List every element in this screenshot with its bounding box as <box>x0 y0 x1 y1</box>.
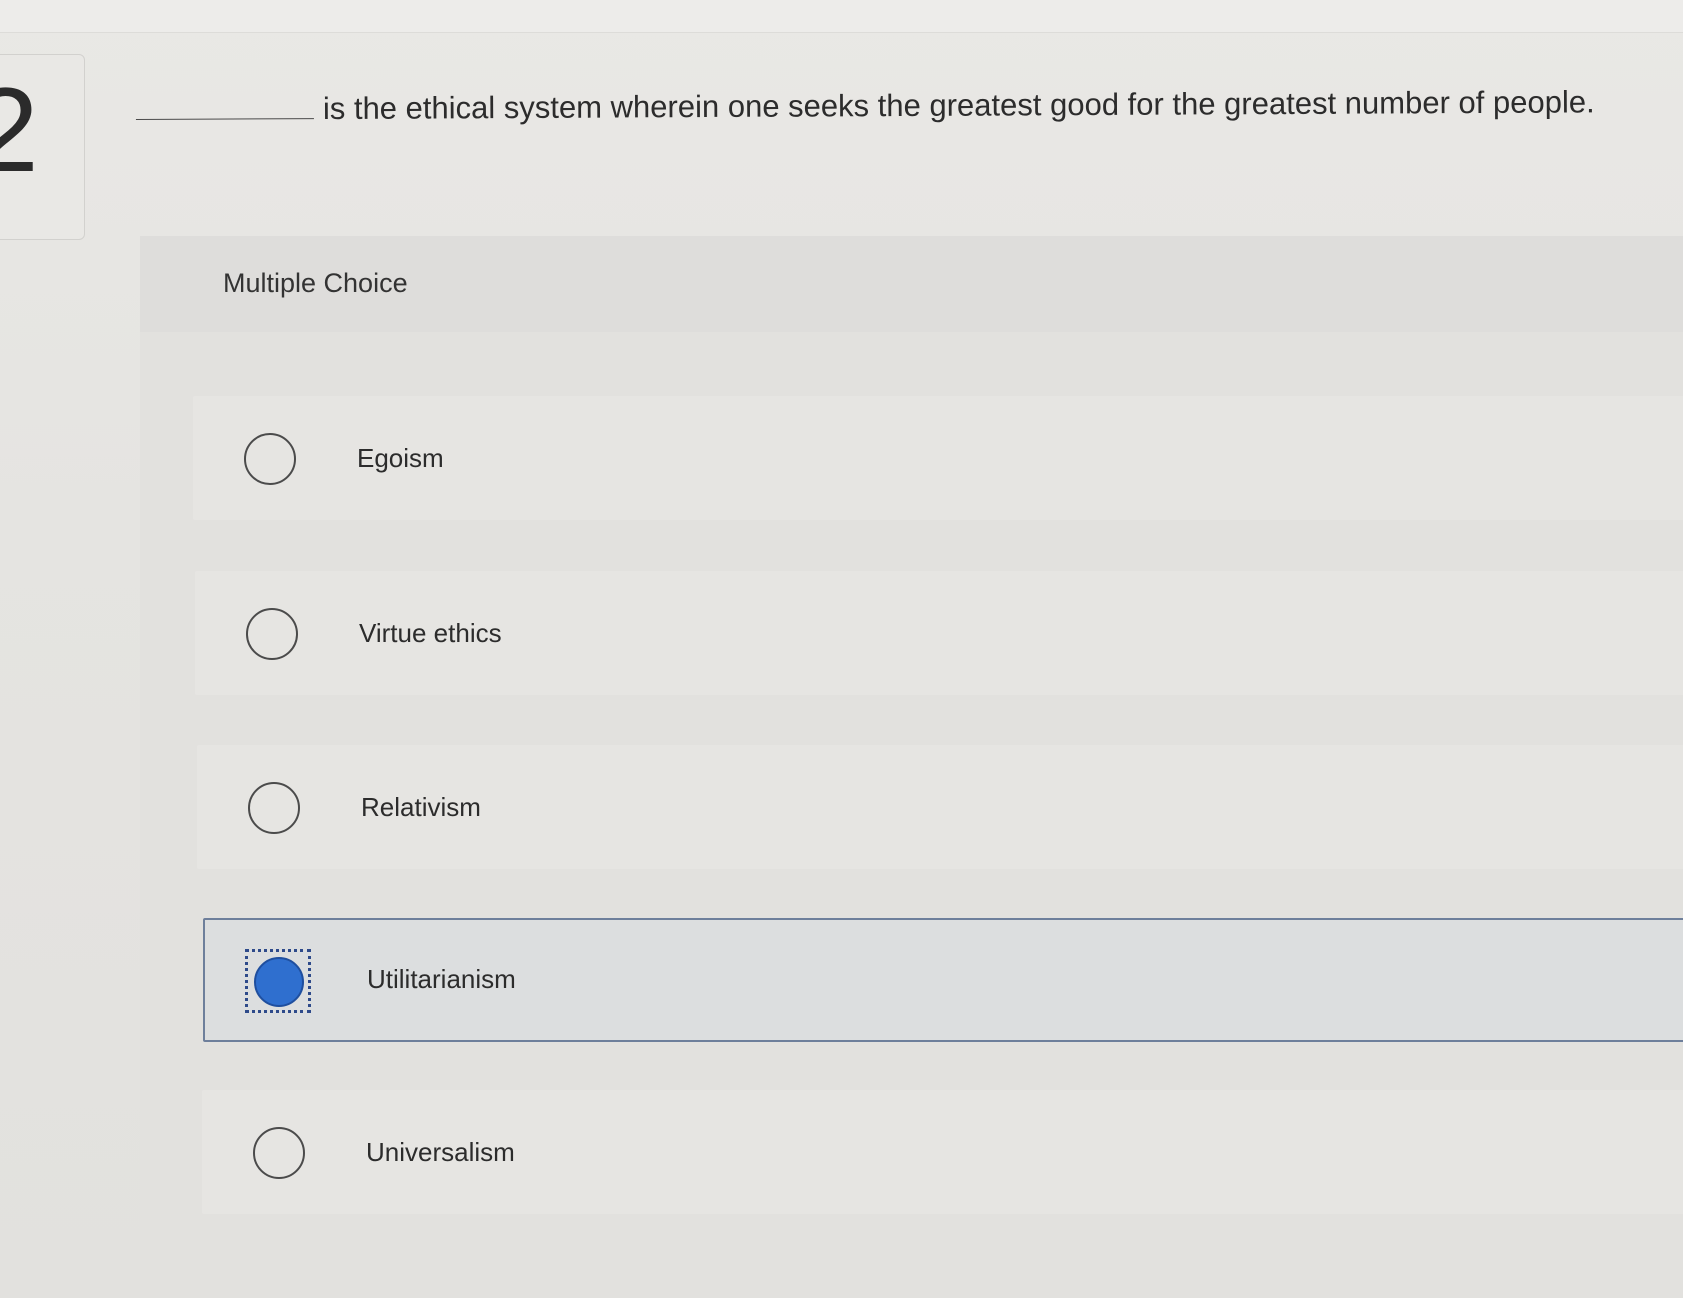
radio-button[interactable] <box>248 782 300 834</box>
panel-header: Multiple Choice <box>140 236 1683 332</box>
multiple-choice-panel: Multiple Choice Egoism Virtue ethics Rel… <box>140 236 1683 1288</box>
option-label: Egoism <box>357 443 444 473</box>
option-label: Relativism <box>361 792 481 822</box>
option-egoism[interactable]: Egoism <box>193 396 1683 520</box>
question-number: 2 <box>0 63 39 197</box>
radio-button[interactable] <box>246 608 298 660</box>
option-label: Utilitarianism <box>367 964 516 994</box>
question-prompt-text: is the ethical system wherein one seeks … <box>322 84 1595 127</box>
option-universalism[interactable]: Universalism <box>202 1090 1683 1214</box>
top-strip <box>0 0 1683 33</box>
option-virtue-ethics[interactable]: Virtue ethics <box>195 571 1683 695</box>
answer-blank <box>135 118 314 121</box>
radio-button[interactable] <box>244 433 296 485</box>
radio-focus-outline[interactable] <box>245 949 311 1013</box>
option-label: Virtue ethics <box>359 618 502 648</box>
option-utilitarianism[interactable]: Utilitarianism <box>203 918 1683 1042</box>
multiple-choice-label: Multiple Choice <box>223 268 408 298</box>
radio-button[interactable] <box>253 1127 305 1179</box>
option-label: Universalism <box>366 1137 515 1167</box>
radio-button-selected[interactable] <box>254 957 304 1007</box>
option-relativism[interactable]: Relativism <box>197 745 1683 869</box>
